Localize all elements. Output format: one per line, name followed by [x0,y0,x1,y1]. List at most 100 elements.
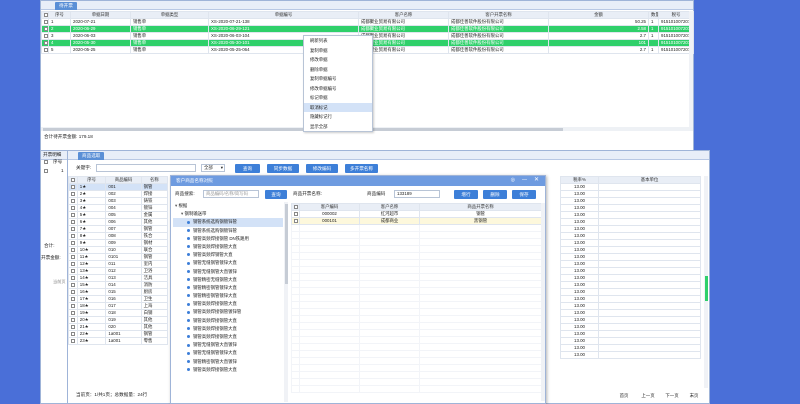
tree-item[interactable]: 钢管高频焊接钢管 DN铁路用 [173,235,283,243]
tree-item[interactable]: 钢管高频焊接钢管大直 [173,317,283,325]
tree-item[interactable]: 钢管无缝钢管镀锌大直 [173,349,283,357]
context-menu-item[interactable]: 修改单据编号 [304,84,372,94]
multi-invoice-name-button[interactable]: 多开票名称 [345,164,378,173]
product-row[interactable]: 22★ 1a001 钢管 [68,330,169,338]
product-row[interactable]: 21★ 020 其他 [68,323,169,331]
tax-row[interactable]: 13.00 [560,239,701,247]
tree-item[interactable]: 钢管高频焊接钢管镀锌管 [173,308,283,316]
tax-row[interactable]: 13.00 [560,253,701,261]
tree-item[interactable]: 钢管高频焊接钢管大直 [173,366,283,374]
context-menu-item[interactable]: 复制单据 [304,46,372,56]
category-select[interactable]: 全部 ▾ [201,164,225,172]
tab-product[interactable]: 商品选取 [78,152,105,160]
context-menu-item[interactable]: 修改单据 [304,55,372,65]
tree-item[interactable]: 钢管高频焊接钢管大直 [173,243,283,251]
product-row-checkbox[interactable] [71,240,75,245]
context-menu-item[interactable]: 标记单据 [304,93,372,103]
product-row-checkbox[interactable] [71,254,75,259]
tax-vscroll[interactable] [704,176,708,388]
product-row[interactable]: 17★ 016 卫生 [68,295,169,303]
tree-item[interactable]: 钢管精密无缝钢管大直 [173,276,283,284]
product-row[interactable]: 5★ 005 金属 [68,211,169,219]
product-row[interactable]: 7★ 007 钢管 [68,225,169,233]
left-row-checkbox[interactable] [44,169,48,173]
last-page-button[interactable]: 末页 [686,392,702,400]
tax-row[interactable]: 13.00 [560,260,701,268]
row-checkbox[interactable] [44,40,48,45]
tax-row[interactable]: 13.00 [560,323,701,331]
dialog-search-button[interactable]: 查询 [265,190,287,199]
product-row[interactable]: 13★ 012 卫浴 [68,267,169,275]
product-row[interactable]: 4★ 004 镀锌 [68,204,169,212]
context-menu-item[interactable]: 显示全部 [304,122,372,132]
mapping-row[interactable]: 000002 红河超市 钢管 [291,210,542,218]
tree-item[interactable]: 钢管高频焊接钢管大直 [173,333,283,341]
tax-row[interactable]: 13.00 [560,246,701,254]
tree-item[interactable]: 钢管精密钢管镀锌大直 [173,292,283,300]
pending-row[interactable]: 2 2020-06-29 销售单 XS-2020-06-29-121 成都聚业贸易有限公… [41,25,694,33]
pending-row[interactable]: 1 2020-07-21 销售单 XS-2020-07-21-138 成都聚业贸易有限公… [41,18,694,26]
product-row[interactable]: 16★ 015 厨房 [68,288,169,296]
product-search-input[interactable]: 商品编码/名称/简写码 [203,190,259,198]
tax-row[interactable]: 13.00 [560,351,701,359]
tree-item[interactable]: 钢管无缝钢管大直镀锌 [173,268,283,276]
product-row[interactable]: 6★ 006 其他 [68,218,169,226]
product-select-all-checkbox[interactable] [71,177,75,182]
product-row[interactable]: 9★ 009 钢材 [68,239,169,247]
tax-row[interactable]: 13.00 [560,204,701,212]
save-button[interactable]: 保存 [512,190,536,199]
tree-item[interactable]: 钢管高频焊接钢管大直 [173,300,283,308]
tax-row[interactable]: 13.00 [560,337,701,345]
tree-item[interactable]: 钢管系统选购钢镀锌管 [173,218,283,227]
tax-row[interactable]: 13.00 [560,295,701,303]
product-row[interactable]: 19★ 018 白钢 [68,309,169,317]
product-row-checkbox[interactable] [71,191,75,196]
tree-item[interactable]: 钢管精密钢管大直镀锌 [173,358,283,366]
product-row[interactable]: 14★ 013 洁具 [68,274,169,282]
product-row-checkbox[interactable] [71,247,75,252]
row-checkbox[interactable] [44,33,48,38]
context-menu-item[interactable]: 取消标记 [304,102,372,112]
tree-item[interactable]: 钢管无缝钢管大直镀锌 [173,341,283,349]
context-menu-item[interactable]: 刷新列表 [304,36,372,46]
product-row-checkbox[interactable] [71,289,75,294]
product-row-checkbox[interactable] [71,233,75,238]
product-row-checkbox[interactable] [71,310,75,315]
sync-data-button[interactable]: 同步数据 [267,164,299,173]
change-code-button[interactable]: 修改编码 [306,164,338,173]
tree-item[interactable]: 钢管高频焊钢管大直 [173,251,283,259]
tax-row[interactable]: 13.00 [560,211,701,219]
mapping-select-all-checkbox[interactable] [294,204,298,209]
delete-row-button[interactable]: 删除 [483,190,507,199]
settings-icon[interactable]: ◎ [511,177,515,183]
tree-item[interactable]: 钢管高频焊接钢管大直 [173,325,283,333]
product-row-checkbox[interactable] [71,338,75,343]
tree-vscroll[interactable] [284,202,288,402]
product-row[interactable]: 18★ 017 上海 [68,302,169,310]
tax-row[interactable]: 13.00 [560,316,701,324]
select-all-checkbox[interactable] [44,12,48,17]
tax-row[interactable]: 13.00 [560,225,701,233]
product-row-checkbox[interactable] [71,317,75,322]
product-row[interactable]: 20★ 019 其他 [68,316,169,324]
left-select-all-checkbox[interactable] [44,160,48,164]
tax-row[interactable]: 13.00 [560,190,701,198]
product-row[interactable]: 8★ 008 铁合 [68,232,169,240]
product-row[interactable]: 11★ 0101 钢管 [68,253,169,261]
tree-item[interactable]: 钢管精密钢管镀锌大直 [173,284,283,292]
product-row-checkbox[interactable] [71,205,75,210]
product-row-checkbox[interactable] [71,261,75,266]
product-row[interactable]: 15★ 014 消防 [68,281,169,289]
tree-item[interactable]: ▾ 根据 [173,202,283,210]
next-page-button[interactable]: 下一页 [662,392,682,400]
product-row-checkbox[interactable] [71,219,75,224]
product-row[interactable]: 12★ 011 室内 [68,260,169,268]
row-checkbox[interactable] [44,19,48,24]
tax-row[interactable]: 13.00 [560,288,701,296]
tax-row[interactable]: 13.00 [560,344,701,352]
product-row-checkbox[interactable] [71,184,75,189]
product-row[interactable]: 2★ 002 焊接 [68,190,169,198]
mapping-row[interactable]: 000101 成都商业 黑钢管 [291,217,542,225]
tax-row[interactable]: 13.00 [560,218,701,226]
mapping-vscroll[interactable] [541,203,545,401]
